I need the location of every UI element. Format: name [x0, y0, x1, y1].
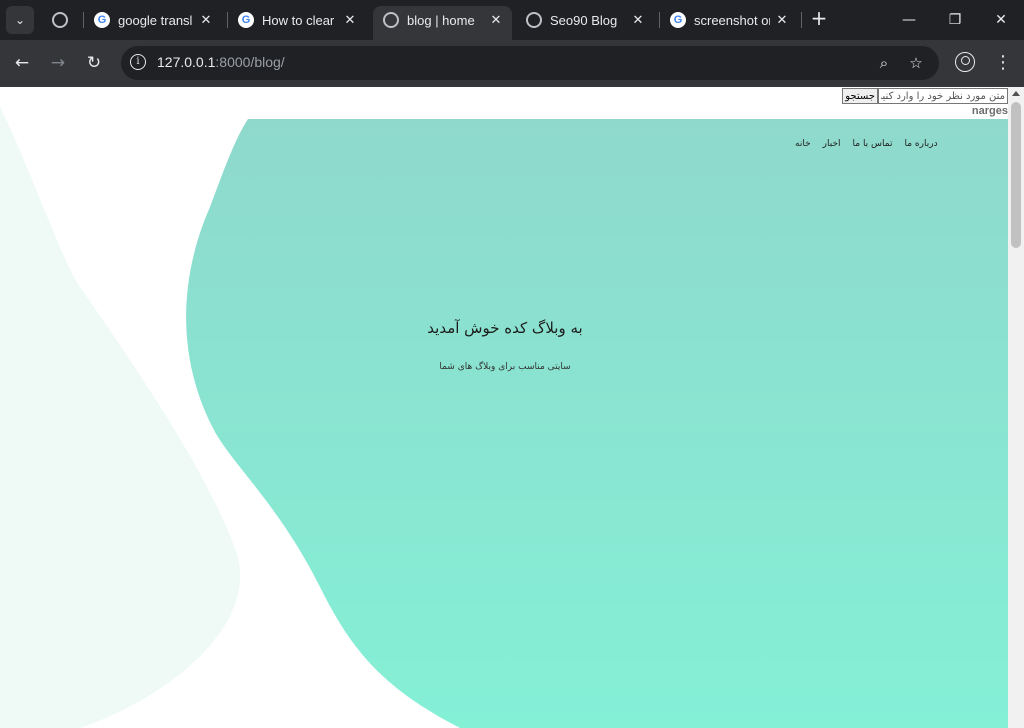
google-icon: G [94, 12, 110, 28]
side-decoration-shape [0, 107, 241, 728]
page-scrollbar[interactable] [1008, 87, 1024, 728]
tab-seo90-blog[interactable]: Seo90 Blog ✕ [526, 6, 648, 34]
reload-button[interactable]: ↻ [81, 50, 107, 76]
tab-blog-home[interactable]: blog | home ✕ [373, 6, 512, 40]
globe-icon [526, 12, 542, 28]
forward-button[interactable]: → [45, 50, 71, 76]
minimize-button[interactable]: — [897, 8, 921, 32]
search-input[interactable] [878, 88, 1008, 104]
new-tab-button[interactable]: + [808, 8, 830, 30]
tab-title: google transl [118, 12, 193, 28]
close-tab-icon[interactable]: ✕ [486, 10, 506, 30]
main-nav: خانه اخبار تماس با ما درباره ما [795, 139, 938, 149]
username-label: narges [971, 105, 1008, 117]
globe-icon [52, 12, 68, 28]
hero-title: به وبلاگ کده خوش آمدید [427, 319, 583, 337]
more-menu-icon[interactable]: ⋮ [994, 50, 1012, 76]
nav-item-contact[interactable]: تماس با ما [853, 139, 893, 149]
close-tab-icon[interactable]: ✕ [772, 10, 792, 30]
nav-item-news[interactable]: اخبار [823, 139, 841, 149]
zoom-icon[interactable]: ⌕ [873, 52, 895, 74]
back-button[interactable]: ← [9, 50, 35, 76]
bookmark-star-icon[interactable]: ☆ [905, 52, 927, 74]
globe-icon [383, 12, 399, 28]
nav-item-home[interactable]: خانه [795, 139, 811, 149]
close-tab-icon[interactable]: ✕ [196, 10, 216, 30]
search-button[interactable]: جستجو [842, 88, 878, 104]
site-info-icon[interactable]: i [130, 54, 146, 70]
tab-title: How to clear t [262, 12, 338, 28]
tab-screenshot[interactable]: G screenshot or ✕ [670, 6, 792, 34]
scrollbar-thumb[interactable] [1011, 102, 1021, 248]
nav-item-about[interactable]: درباره ما [904, 139, 937, 149]
search-form: جستجو [842, 88, 1008, 104]
hero-blob-shape [186, 119, 1008, 728]
close-tab-icon[interactable]: ✕ [628, 10, 648, 30]
tab-google-translate[interactable]: G google transl ✕ [94, 6, 216, 34]
tab-title: screenshot or [694, 12, 770, 28]
tab-search-button[interactable]: ⌄ [6, 6, 34, 34]
page-viewport: جستجو narges خانه اخبار تماس با ما دربار… [0, 87, 1024, 728]
restore-button[interactable]: ❐ [943, 8, 967, 32]
close-tab-icon[interactable]: ✕ [340, 10, 360, 30]
tab-strip: ⌄ G google transl ✕ G How to clear t ✕ b… [0, 0, 1024, 40]
profile-icon[interactable] [955, 52, 975, 72]
google-icon: G [670, 12, 686, 28]
tab-title: blog | home [407, 12, 475, 28]
google-icon: G [238, 12, 254, 28]
browser-toolbar: ← → ↻ i 127.0.0.1:8000/blog/ ⌕ ☆ ⋮ [0, 40, 1024, 87]
background-shapes [0, 107, 1008, 728]
scroll-up-arrow-icon[interactable] [1012, 91, 1020, 96]
url-text[interactable]: 127.0.0.1:8000/blog/ [157, 54, 285, 70]
tab-title: Seo90 Blog [550, 12, 618, 28]
tab-how-to-clear[interactable]: G How to clear t ✕ [238, 6, 360, 34]
close-window-button[interactable]: ✕ [989, 8, 1013, 32]
tab-pinned[interactable] [52, 6, 76, 34]
hero-subtitle: سایتی مناسب برای وبلاگ های شما [439, 362, 571, 372]
address-bar[interactable]: i 127.0.0.1:8000/blog/ ⌕ ☆ [121, 46, 939, 80]
